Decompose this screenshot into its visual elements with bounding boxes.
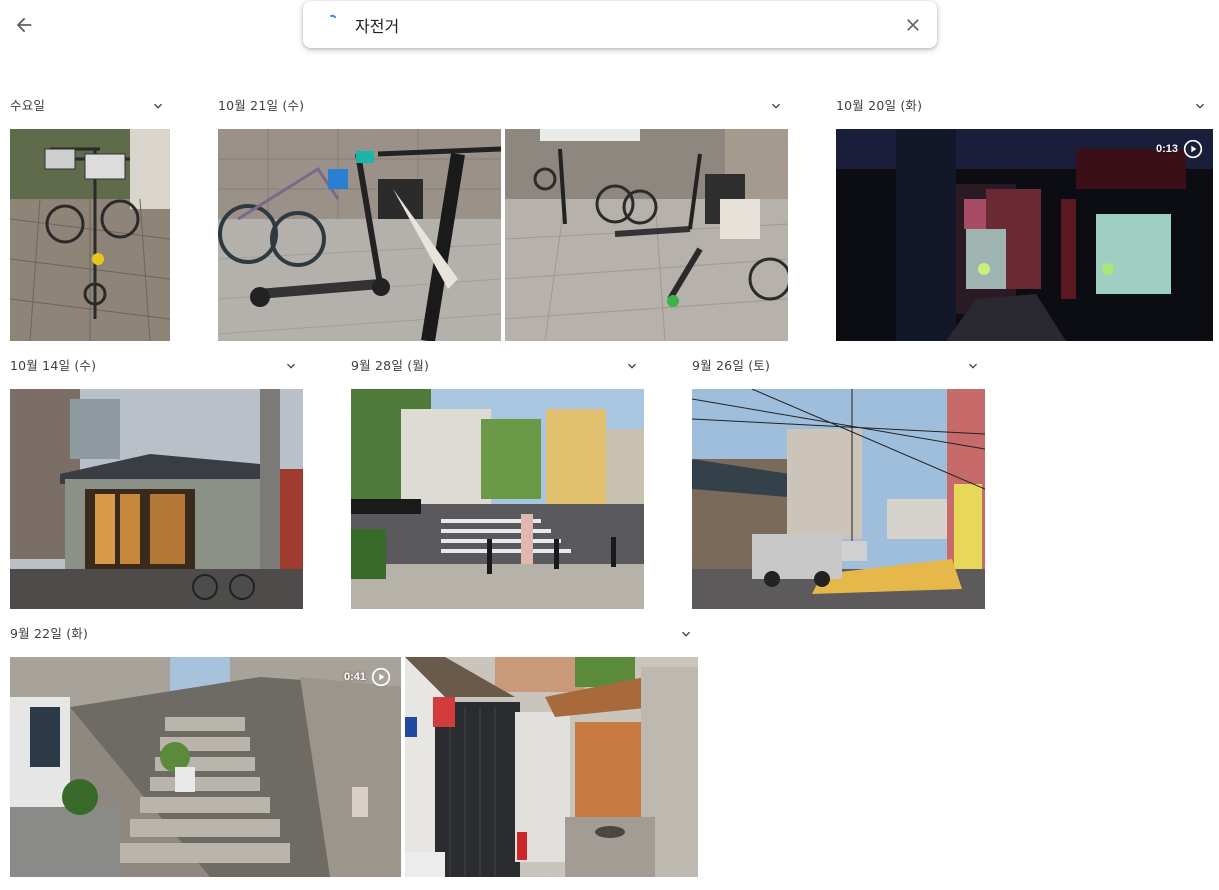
photo-scooter-bicycles — [218, 129, 501, 341]
date-group-header: 10월 20일 (화) — [836, 94, 922, 114]
date-label: 10월 20일 (화) — [836, 97, 923, 113]
photo-bicycles-parked — [10, 129, 170, 341]
video-thumbnail[interactable]: 0:41 — [10, 657, 401, 877]
photo-night-alley — [836, 129, 1213, 341]
back-button[interactable] — [9, 10, 39, 40]
date-group-header: 9월 26일 (토) — [692, 354, 770, 374]
chevron-down-icon[interactable] — [624, 358, 640, 374]
photo-hanok-cafe — [10, 389, 303, 609]
arrow-back-icon — [16, 17, 32, 33]
photo-thumbnail[interactable] — [692, 389, 985, 609]
video-duration: 0:41 — [343, 671, 366, 683]
date-group-header: 10월 14일 (수) — [10, 354, 96, 374]
video-duration: 0:13 — [1155, 143, 1178, 155]
photo-thumbnail[interactable] — [351, 389, 644, 609]
photo-thumbnail[interactable] — [10, 129, 170, 341]
photo-scooters-street — [505, 129, 788, 341]
photo-crosswalk — [351, 389, 644, 609]
chevron-down-icon[interactable] — [283, 358, 299, 374]
search-box — [303, 1, 937, 48]
chevron-down-icon[interactable] — [768, 98, 784, 114]
chevron-down-icon[interactable] — [678, 626, 694, 642]
date-group-header: 9월 28일 (월) — [351, 354, 429, 374]
photo-stone-stairs — [10, 657, 401, 877]
photo-street-cars — [692, 389, 985, 609]
date-label: 9월 26일 (토) — [692, 357, 771, 373]
date-group-header: 수요일 — [10, 94, 45, 114]
photo-thumbnail[interactable] — [218, 129, 501, 341]
play-circle-icon — [1183, 139, 1203, 159]
chevron-down-icon[interactable] — [965, 358, 981, 374]
photo-thumbnail[interactable] — [505, 129, 788, 341]
chevron-down-icon[interactable] — [150, 98, 166, 114]
date-group-header: 10월 21일 (수) — [218, 94, 304, 114]
photo-thumbnail[interactable] — [10, 389, 303, 609]
search-input[interactable] — [355, 13, 875, 37]
play-circle-icon — [371, 667, 391, 687]
video-indicator: 0:13 — [1156, 139, 1203, 159]
clear-search-button[interactable] — [901, 13, 925, 37]
video-indicator: 0:41 — [344, 667, 391, 687]
date-label: 9월 22일 (화) — [10, 625, 89, 641]
photo-alley-doors — [405, 657, 698, 877]
date-label: 9월 28일 (월) — [351, 357, 430, 373]
date-label: 10월 21일 (수) — [218, 97, 305, 113]
date-label: 수요일 — [10, 97, 46, 113]
loading-spinner-icon — [330, 14, 336, 18]
video-thumbnail[interactable]: 0:13 — [836, 129, 1213, 341]
date-group-header: 9월 22일 (화) — [10, 622, 88, 642]
date-label: 10월 14일 (수) — [10, 357, 97, 373]
photo-thumbnail[interactable] — [405, 657, 698, 877]
close-icon — [907, 19, 919, 31]
chevron-down-icon[interactable] — [1192, 98, 1208, 114]
